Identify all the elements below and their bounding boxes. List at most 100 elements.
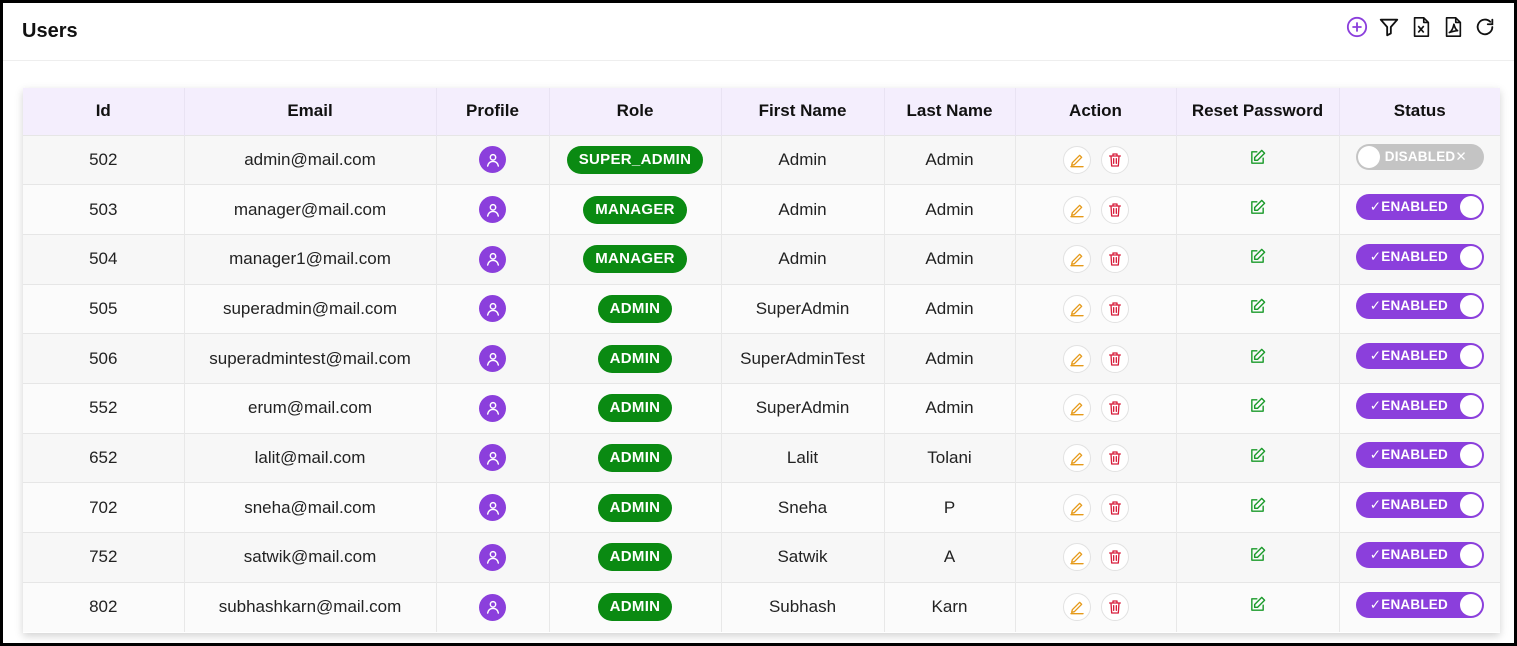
column-header-profile[interactable]: Profile: [436, 88, 550, 135]
edit-button[interactable]: [1062, 543, 1091, 572]
check-icon: ✓: [1369, 397, 1382, 413]
edit-button[interactable]: [1062, 394, 1091, 423]
refresh-button[interactable]: [1473, 15, 1496, 38]
reset-password-button[interactable]: [1249, 397, 1266, 414]
profile-avatar-button[interactable]: [479, 295, 506, 323]
reset-password-button[interactable]: [1249, 596, 1266, 613]
edit-button[interactable]: [1062, 294, 1091, 323]
profile-avatar-button[interactable]: [479, 196, 506, 224]
status-text: ENABLED: [1381, 348, 1448, 364]
status-toggle[interactable]: DISABLED✕: [1355, 144, 1484, 171]
cell-id: 505: [23, 284, 185, 334]
reset-password-button[interactable]: [1249, 546, 1266, 563]
role-badge: ADMIN: [597, 294, 673, 323]
user-icon: [486, 302, 499, 316]
pencil-icon: [1069, 204, 1084, 217]
status-label: ✓ENABLED: [1370, 447, 1448, 463]
reset-password-button[interactable]: [1249, 149, 1266, 166]
users-table: Id Email Profile Role First Name Last Na…: [23, 88, 1500, 632]
cell-action: [1015, 383, 1177, 434]
cell-profile: [436, 135, 550, 185]
edit-button[interactable]: [1062, 145, 1091, 174]
cell-email: subhashkarn@mail.com: [184, 582, 437, 632]
edit-button[interactable]: [1062, 593, 1091, 622]
delete-button[interactable]: [1100, 344, 1129, 373]
delete-button[interactable]: [1100, 443, 1129, 472]
cell-role: ADMIN: [549, 383, 722, 434]
column-header-first-name[interactable]: First Name: [721, 88, 885, 135]
export-pdf-button[interactable]: [1441, 15, 1464, 38]
cell-email: admin@mail.com: [184, 135, 437, 185]
user-icon: [486, 402, 499, 416]
status-toggle[interactable]: ✓ENABLED: [1355, 293, 1484, 320]
reset-password-button[interactable]: [1249, 248, 1266, 265]
profile-avatar-button[interactable]: [479, 394, 506, 422]
profile-avatar-button[interactable]: [479, 543, 506, 571]
cell-email: lalit@mail.com: [184, 433, 437, 483]
status-toggle[interactable]: ✓ENABLED: [1355, 243, 1484, 270]
toggle-knob: [1459, 245, 1482, 268]
user-icon: [486, 203, 499, 217]
delete-button[interactable]: [1100, 493, 1129, 522]
status-toggle[interactable]: ✓ENABLED: [1355, 541, 1484, 568]
delete-button[interactable]: [1100, 394, 1129, 423]
table-row: 702 sneha@mail.com ADMIN Sneha P ✓ENABLED: [23, 482, 1500, 533]
profile-avatar-button[interactable]: [479, 245, 506, 273]
table-row: 506 superadmintest@mail.com ADMIN SuperAdmi…: [23, 333, 1500, 384]
delete-button[interactable]: [1100, 543, 1129, 572]
cell-id: 502: [23, 135, 185, 185]
edit-button[interactable]: [1062, 195, 1091, 224]
status-text: ENABLED: [1381, 397, 1448, 413]
status-toggle[interactable]: ✓ENABLED: [1355, 343, 1484, 370]
cell-action: [1015, 184, 1177, 235]
cell-reset-password: [1176, 532, 1340, 583]
cell-last-name: P: [884, 482, 1016, 533]
delete-button[interactable]: [1100, 294, 1129, 323]
edit-button[interactable]: [1062, 245, 1091, 274]
table-header-row: Id Email Profile Role First Name Last Na…: [23, 88, 1500, 135]
excel-export-icon: [1413, 16, 1429, 37]
delete-button[interactable]: [1100, 593, 1129, 622]
pencil-icon: [1069, 601, 1084, 615]
status-text: ENABLED: [1381, 596, 1448, 612]
cell-id: 752: [23, 532, 185, 583]
reset-password-button[interactable]: [1249, 199, 1266, 216]
delete-button[interactable]: [1100, 245, 1129, 274]
cell-email: manager@mail.com: [184, 184, 437, 235]
add-user-button[interactable]: [1345, 15, 1368, 38]
reset-password-button[interactable]: [1249, 298, 1266, 315]
delete-button[interactable]: [1100, 145, 1129, 174]
edit-button[interactable]: [1062, 443, 1091, 472]
delete-button[interactable]: [1100, 195, 1129, 224]
status-toggle[interactable]: ✓ENABLED: [1355, 392, 1484, 419]
table-row: 552 erum@mail.com ADMIN SuperAdmin Admin ✓ENA…: [23, 383, 1500, 434]
profile-avatar-button[interactable]: [479, 345, 506, 373]
cell-profile: [436, 383, 550, 434]
profile-avatar-button[interactable]: [479, 494, 506, 522]
column-header-last-name[interactable]: Last Name: [884, 88, 1016, 135]
profile-avatar-button[interactable]: [479, 593, 506, 621]
column-header-role[interactable]: Role: [549, 88, 722, 135]
filter-button[interactable]: [1377, 15, 1400, 38]
column-header-email[interactable]: Email: [184, 88, 437, 135]
export-excel-button[interactable]: [1409, 15, 1432, 38]
column-header-status[interactable]: Status: [1339, 88, 1500, 135]
status-text: ENABLED: [1381, 298, 1448, 314]
profile-avatar-button[interactable]: [479, 146, 506, 174]
check-icon: ✓: [1369, 447, 1382, 463]
cell-status: ✓ENABLED: [1339, 483, 1500, 533]
user-icon: [486, 352, 499, 366]
profile-avatar-button[interactable]: [479, 444, 506, 472]
edit-button[interactable]: [1062, 493, 1091, 522]
status-toggle[interactable]: ✓ENABLED: [1355, 194, 1484, 221]
status-toggle[interactable]: ✓ENABLED: [1355, 591, 1484, 618]
column-header-id[interactable]: Id: [23, 88, 185, 135]
reset-password-button[interactable]: [1249, 348, 1266, 365]
reset-password-button[interactable]: [1249, 497, 1266, 514]
role-badge: ADMIN: [597, 344, 673, 373]
status-toggle[interactable]: ✓ENABLED: [1355, 492, 1484, 519]
status-toggle[interactable]: ✓ENABLED: [1355, 442, 1484, 469]
edit-button[interactable]: [1062, 344, 1091, 373]
check-icon: ✓: [1369, 348, 1382, 364]
reset-password-button[interactable]: [1249, 447, 1266, 464]
